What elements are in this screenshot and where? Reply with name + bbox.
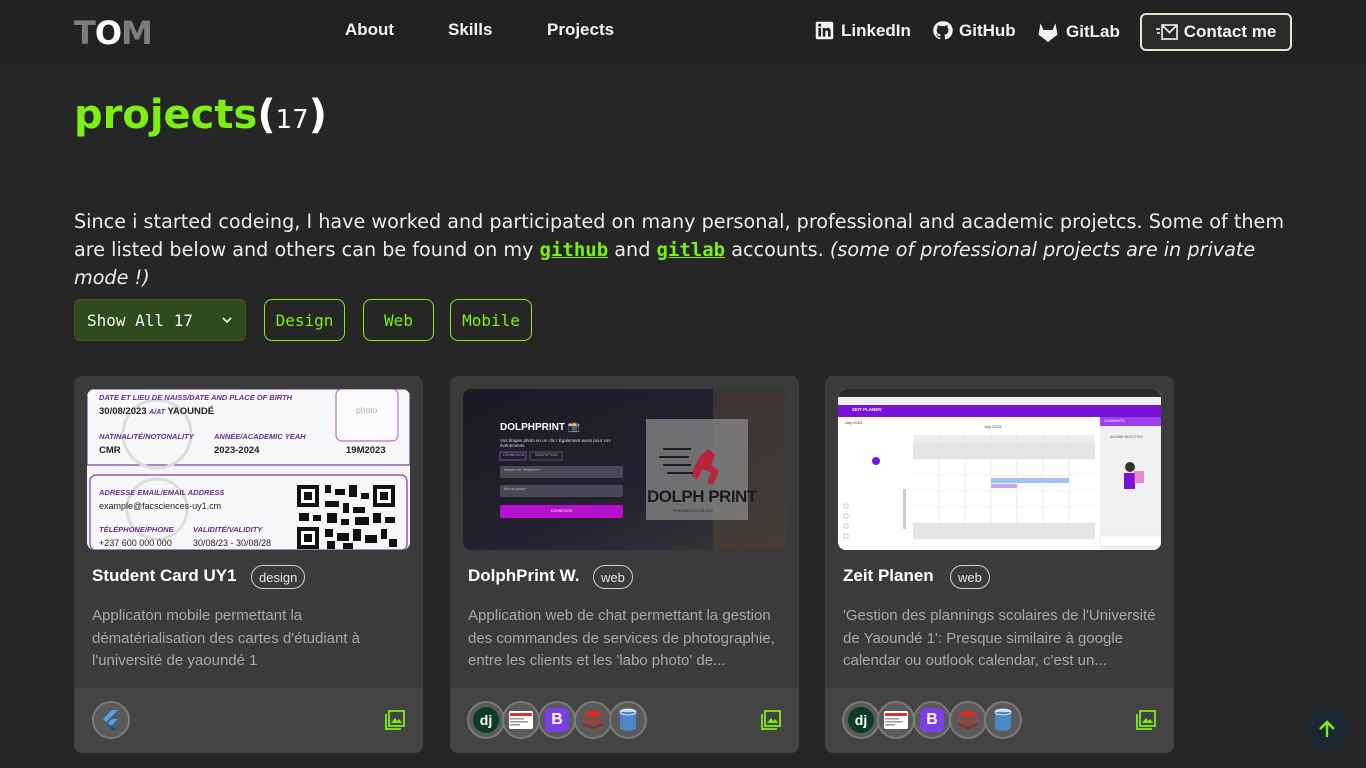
django-icon: dj <box>842 701 880 739</box>
project-card[interactable]: DATE ET LIEU DE NAISS/DATE AND PLACE OF … <box>74 376 423 753</box>
github-inline-link[interactable]: github <box>540 239 609 261</box>
nav-projects[interactable]: Projects <box>547 20 614 40</box>
gallery-icon[interactable] <box>761 710 781 730</box>
gitlab-link[interactable]: GitLab <box>1036 20 1120 44</box>
gallery-icon[interactable] <box>1136 710 1156 730</box>
filter-select[interactable]: Show All 17 <box>74 299 246 341</box>
gitlab-icon <box>1038 23 1058 42</box>
card-footer <box>74 688 423 753</box>
thumb-brand: DOLPHPRINT 📸 <box>500 422 581 433</box>
database-icon <box>984 701 1022 739</box>
project-card[interactable]: ZEIT PLANEN July 2023 July 2023 COMMENTS… <box>825 376 1174 753</box>
project-count: 17 <box>275 105 309 135</box>
swagger-icon <box>502 701 540 739</box>
photo-placeholder: photo <box>356 405 378 415</box>
linkedin-link[interactable]: LinkedIn <box>814 20 911 41</box>
filter-web-button[interactable]: Web <box>363 299 434 341</box>
project-description: 'Gestion des plannings scolaires de l'Un… <box>843 607 1156 669</box>
gitlab-inline-link[interactable]: gitlab <box>656 239 725 261</box>
project-description: Application web de chat permettant la ge… <box>468 607 775 669</box>
card-footer: dj B <box>825 688 1174 753</box>
dolphprint-logo: DOLPH PRINT <box>647 487 757 506</box>
filter-design-button[interactable]: Design <box>264 299 345 341</box>
card-footer: dj B <box>450 688 799 753</box>
chevron-down-icon <box>222 317 232 324</box>
scroll-to-top-button[interactable] <box>1305 707 1349 751</box>
project-thumbnail[interactable]: ZEIT PLANEN July 2023 July 2023 COMMENTS… <box>838 389 1161 550</box>
project-name[interactable]: Zeit Planen <box>843 566 934 586</box>
project-tag: web <box>593 565 633 589</box>
flutter-icon <box>92 701 130 739</box>
project-name[interactable]: DolphPrint W. <box>468 566 579 586</box>
project-tag: design <box>251 565 306 589</box>
nav-skills[interactable]: Skills <box>448 20 492 40</box>
card-field-label: DATE ET LIEU DE NAISS/DATE AND PLACE OF … <box>99 393 293 402</box>
site-logo[interactable]: TOM <box>74 14 153 52</box>
filter-mobile-button[interactable]: Mobile <box>450 299 532 341</box>
bootstrap-icon: B <box>913 701 951 739</box>
project-tag: web <box>950 565 990 589</box>
intro-text: Since i started codeing, I have worked a… <box>74 210 1285 289</box>
redis-icon <box>949 701 987 739</box>
bootstrap-icon: B <box>538 701 576 739</box>
swagger-icon <box>877 701 915 739</box>
contact-button[interactable]: Contact me <box>1140 13 1292 51</box>
project-thumbnail[interactable]: DOLPHPRINT 📸 Vos tirages photo en un cli… <box>463 389 786 550</box>
database-icon <box>609 701 647 739</box>
project-card[interactable]: DOLPHPRINT 📸 Vos tirages photo en un cli… <box>450 376 799 753</box>
page-title: projects(17) <box>74 92 327 138</box>
gallery-icon[interactable] <box>385 710 405 730</box>
redis-icon <box>574 701 612 739</box>
django-icon: dj <box>467 701 505 739</box>
github-icon <box>933 21 953 40</box>
project-name[interactable]: Student Card UY1 <box>92 566 237 586</box>
arrow-up-icon <box>1319 720 1335 737</box>
project-description: Applicaton mobile permettant la dématéri… <box>92 607 361 669</box>
project-thumbnail[interactable]: DATE ET LIEU DE NAISS/DATE AND PLACE OF … <box>87 389 410 550</box>
top-navbar: TOM About Skills Projects LinkedIn GitHu… <box>0 0 1366 64</box>
thumb-app-name: ZEIT PLANEN <box>852 407 882 412</box>
github-link[interactable]: GitHub <box>932 20 1016 41</box>
mail-icon <box>1155 24 1178 40</box>
linkedin-icon <box>815 21 834 40</box>
nav-about[interactable]: About <box>345 20 394 40</box>
